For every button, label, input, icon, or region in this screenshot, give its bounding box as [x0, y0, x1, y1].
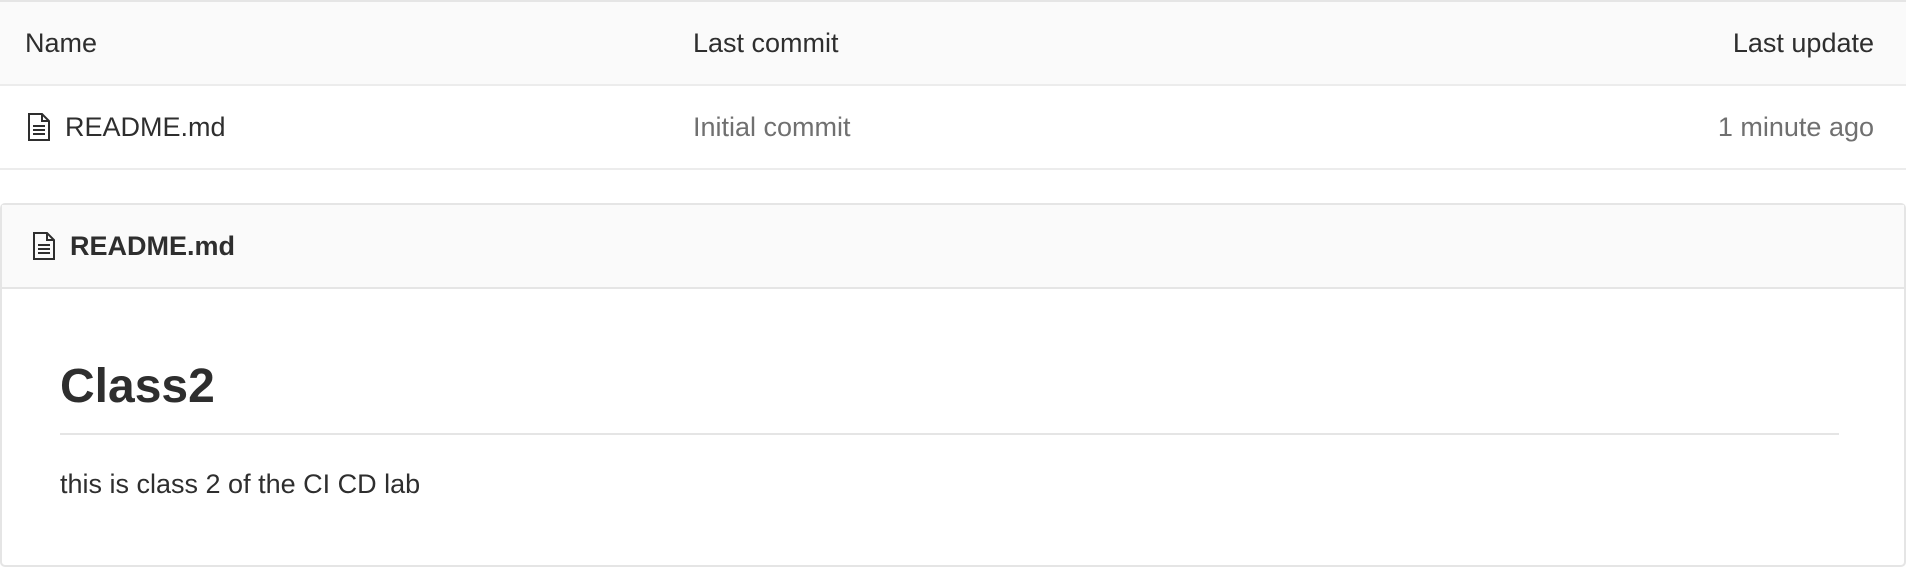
- readme-header: README.md: [2, 205, 1904, 289]
- file-link-readme[interactable]: README.md: [65, 112, 226, 143]
- readme-content: Class2 this is class 2 of the CI CD lab: [2, 359, 1904, 500]
- file-name-cell: README.md: [0, 112, 693, 143]
- file-table: Name Last commit Last update README.md I…: [0, 0, 1906, 170]
- file-text-icon: [30, 231, 58, 261]
- column-header-last-update: Last update: [1732, 27, 1874, 58]
- file-text-icon: [25, 112, 53, 142]
- column-header-name: Name: [25, 27, 98, 58]
- table-row[interactable]: README.md Initial commit 1 minute ago: [0, 86, 1906, 170]
- readme-panel: README.md Class2 this is class 2 of the …: [0, 203, 1906, 567]
- readme-filename[interactable]: README.md: [70, 231, 235, 262]
- column-header-last-commit: Last commit: [693, 27, 839, 58]
- readme-heading: Class2: [60, 359, 1839, 435]
- readme-paragraph: this is class 2 of the CI CD lab: [60, 469, 421, 499]
- last-update-time: 1 minute ago: [1717, 111, 1874, 142]
- commit-message-link[interactable]: Initial commit: [693, 112, 1486, 143]
- table-header: Name Last commit Last update: [0, 2, 1906, 86]
